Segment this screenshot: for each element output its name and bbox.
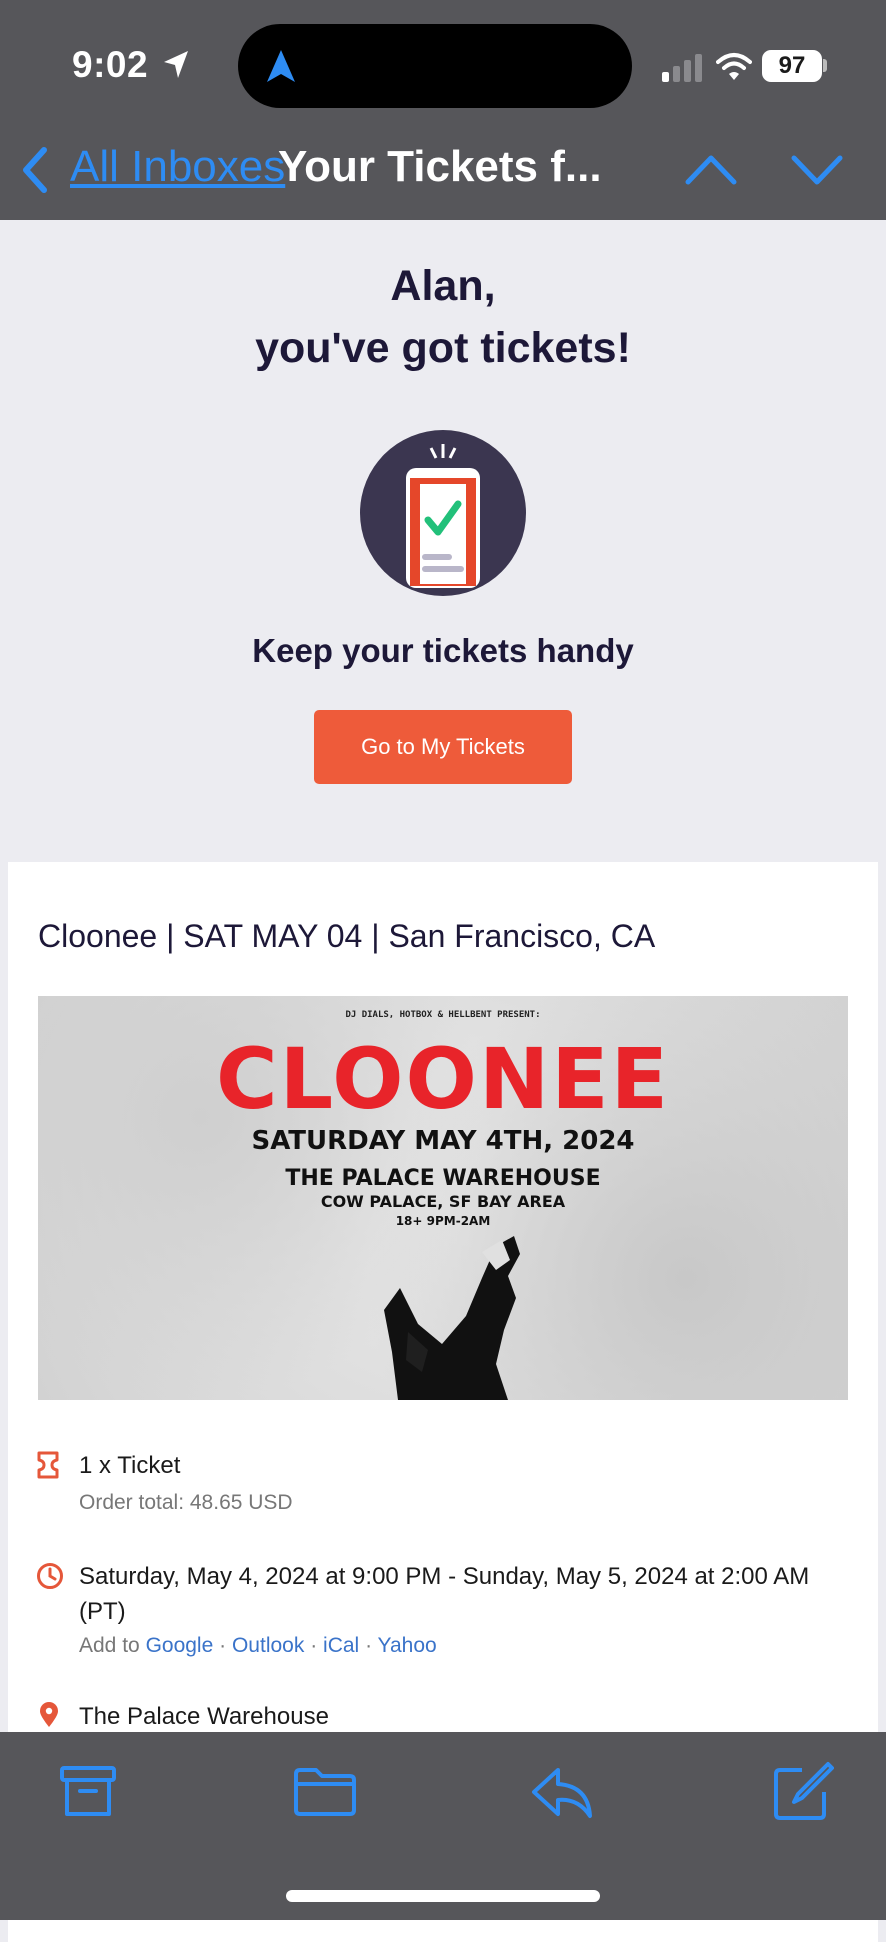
add-to-ical-link[interactable]: iCal — [323, 1634, 359, 1657]
message-subject-title: Your Tickets f... — [278, 142, 602, 191]
separator-dot: · — [310, 1634, 318, 1657]
order-total: Order total: 48.65 USD — [79, 1491, 293, 1514]
separator-dot: · — [365, 1634, 373, 1657]
reply-icon[interactable] — [530, 1764, 594, 1820]
back-button-all-inboxes[interactable]: All Inboxes — [70, 142, 285, 192]
next-message-chevron-down-icon[interactable] — [790, 152, 844, 186]
keep-tickets-handy-heading: Keep your tickets handy — [252, 632, 634, 669]
venue-name: The Palace Warehouse — [79, 1703, 329, 1730]
add-to-label: Add to — [79, 1634, 140, 1657]
event-datetime: Saturday, May 4, 2024 at 9:00 PM - Sunda… — [79, 1563, 810, 1590]
greeting-line-2: you've got tickets! — [255, 324, 631, 372]
status-time: 9:02 — [72, 44, 149, 85]
poster-time: 18+ 9PM-2AM — [395, 1214, 491, 1228]
ticket-quantity: 1 x Ticket — [79, 1452, 181, 1479]
ticket-icon — [37, 1451, 59, 1479]
navigation-app-icon — [267, 50, 295, 82]
poster-presenters: DJ DIALS, HOTBOX & HELLBENT PRESENT: — [345, 1010, 541, 1020]
event-poster-image[interactable]: DJ DIALS, HOTBOX & HELLBENT PRESENT: CLO… — [38, 996, 848, 1400]
battery-indicator: 97 — [762, 50, 822, 82]
compose-icon[interactable] — [772, 1760, 834, 1822]
back-chevron-icon[interactable] — [20, 146, 50, 194]
add-to-yahoo-link[interactable]: Yahoo — [378, 1634, 437, 1657]
clock-icon — [37, 1563, 63, 1589]
signal-icon — [662, 54, 702, 82]
wifi-icon — [716, 53, 752, 80]
home-indicator[interactable] — [286, 1890, 600, 1902]
greeting-line-1: Alan, — [390, 262, 496, 310]
location-arrow-icon — [164, 51, 188, 78]
add-to-google-link[interactable]: Google — [146, 1634, 214, 1657]
poster-artist: CLOONEE — [215, 1030, 671, 1128]
archive-icon[interactable] — [58, 1764, 118, 1820]
poster-date: SATURDAY MAY 4TH, 2024 — [251, 1126, 635, 1156]
event-title: Cloonee | SAT MAY 04 | San Francisco, CA — [38, 918, 656, 954]
add-to-outlook-link[interactable]: Outlook — [232, 1634, 304, 1657]
poster-venue: THE PALACE WAREHOUSE — [285, 1166, 601, 1191]
battery-tip — [823, 59, 827, 72]
separator-dot: · — [219, 1634, 227, 1657]
location-pin-icon — [40, 1702, 58, 1727]
previous-message-chevron-up-icon[interactable] — [684, 152, 738, 186]
add-to-calendar-row: Add to Google · Outlook · iCal · Yahoo — [79, 1634, 437, 1658]
move-to-folder-icon[interactable] — [292, 1766, 358, 1818]
go-to-my-tickets-button[interactable]: Go to My Tickets — [314, 710, 572, 784]
phone-ticket-illustration-icon — [360, 430, 526, 596]
event-timezone: (PT) — [79, 1598, 126, 1625]
poster-silhouette-artwork — [384, 1236, 520, 1400]
poster-location: COW PALACE, SF BAY AREA — [320, 1192, 566, 1211]
